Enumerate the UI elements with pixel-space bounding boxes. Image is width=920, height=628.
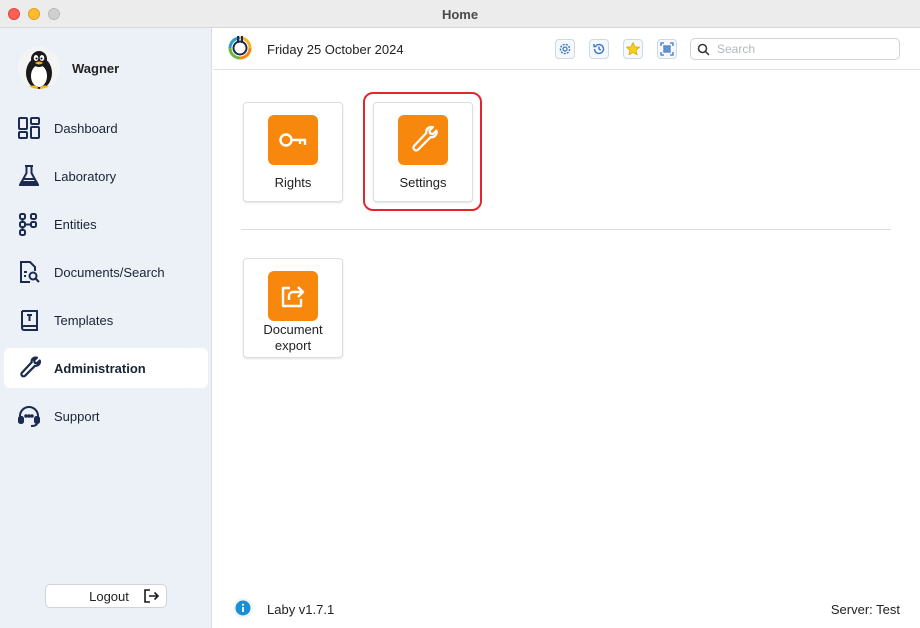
sidebar-item-label: Dashboard	[54, 120, 118, 136]
template-book-icon	[16, 307, 42, 333]
title-bar: Home	[0, 0, 920, 28]
sidebar-item-label: Entities	[54, 216, 97, 232]
avatar	[18, 47, 60, 89]
gear-icon	[559, 43, 571, 55]
document-search-icon	[16, 259, 42, 285]
history-icon	[593, 43, 605, 55]
headset-icon	[16, 403, 42, 429]
sidebar-item-entities[interactable]: Entities	[4, 204, 208, 244]
user-profile[interactable]: Wagner	[18, 47, 119, 89]
top-bar: Friday 25 October 2024	[213, 28, 920, 70]
app-version: Laby v1.7.1	[267, 602, 335, 617]
window-title: Home	[441, 7, 479, 22]
info-button[interactable]	[233, 598, 253, 618]
scan-icon	[660, 42, 674, 56]
search-icon	[697, 43, 710, 61]
logout-label: Logout	[89, 588, 129, 604]
sidebar: Wagner Dashboard Laboratory Entities Doc…	[0, 28, 212, 628]
sidebar-item-label: Documents/Search	[54, 264, 165, 280]
sidebar-item-administration[interactable]: Administration	[4, 348, 208, 388]
flask-icon	[16, 163, 42, 189]
sidebar-item-label: Administration	[54, 360, 146, 376]
sidebar-item-label: Templates	[54, 312, 114, 328]
star-icon	[626, 42, 640, 56]
current-date: Friday 25 October 2024	[267, 42, 404, 57]
server-name: Server: Test	[830, 602, 900, 617]
export-icon	[268, 271, 318, 321]
dashboard-icon	[16, 115, 42, 141]
favorites-button[interactable]	[623, 39, 643, 59]
history-button[interactable]	[589, 39, 609, 59]
entities-icon	[16, 211, 42, 237]
wrench-icon	[16, 355, 42, 381]
search-input[interactable]	[717, 41, 895, 57]
tile-label: Document export	[263, 322, 323, 353]
document-export-tile[interactable]: Document export	[243, 258, 343, 358]
settings-button[interactable]	[555, 39, 575, 59]
sidebar-item-laboratory[interactable]: Laboratory	[4, 156, 208, 196]
sidebar-item-documents-search[interactable]: Documents/Search	[4, 252, 208, 292]
logout-icon	[143, 588, 160, 609]
divider	[241, 229, 891, 230]
tile-label: Rights	[274, 175, 312, 190]
sidebar-item-support[interactable]: Support	[4, 396, 208, 436]
scan-button[interactable]	[657, 39, 677, 59]
sidebar-item-templates[interactable]: Templates	[4, 300, 208, 340]
sidebar-item-dashboard[interactable]: Dashboard	[4, 108, 208, 148]
sidebar-item-label: Support	[54, 408, 100, 424]
key-icon	[268, 115, 318, 165]
username: Wagner	[72, 60, 120, 76]
settings-highlight-outline	[363, 92, 482, 211]
search-box[interactable]	[690, 38, 900, 60]
rights-tile[interactable]: Rights	[243, 102, 343, 202]
sidebar-item-label: Laboratory	[54, 168, 117, 184]
laby-logo-icon	[225, 33, 255, 68]
logout-button[interactable]: Logout	[45, 584, 167, 608]
penguin-avatar-icon	[18, 47, 60, 89]
sidebar-nav: Dashboard Laboratory Entities Documents/…	[4, 108, 208, 444]
info-icon	[235, 600, 251, 616]
